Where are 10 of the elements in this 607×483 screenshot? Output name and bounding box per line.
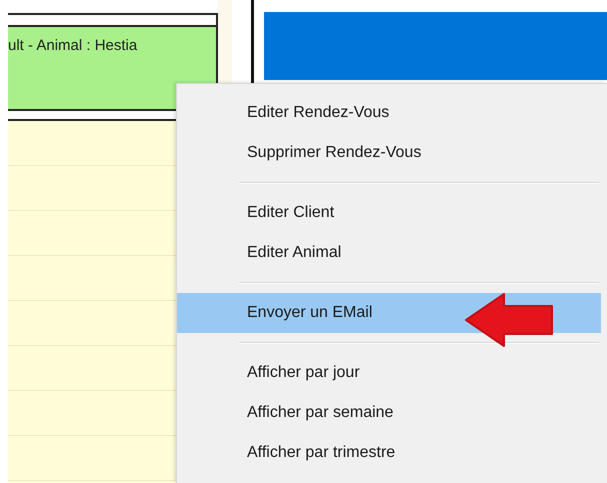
menu-item[interactable]: Editer Animal bbox=[177, 233, 601, 273]
menu-item[interactable]: Afficher par jour bbox=[177, 353, 601, 393]
appointment-block[interactable] bbox=[264, 12, 607, 80]
menu-item[interactable]: Afficher par trimestre bbox=[177, 433, 601, 473]
menu-item[interactable]: Editer Client bbox=[177, 193, 601, 233]
menu-item[interactable]: Afficher par semaine bbox=[177, 393, 601, 433]
menu-item[interactable]: Supprimer Rendez-Vous bbox=[177, 133, 601, 173]
arrow-icon bbox=[464, 292, 556, 348]
appointment-block[interactable]: ult - Animal : Hestia bbox=[8, 25, 216, 111]
appointment-text: ult - Animal : Hestia bbox=[8, 37, 138, 54]
